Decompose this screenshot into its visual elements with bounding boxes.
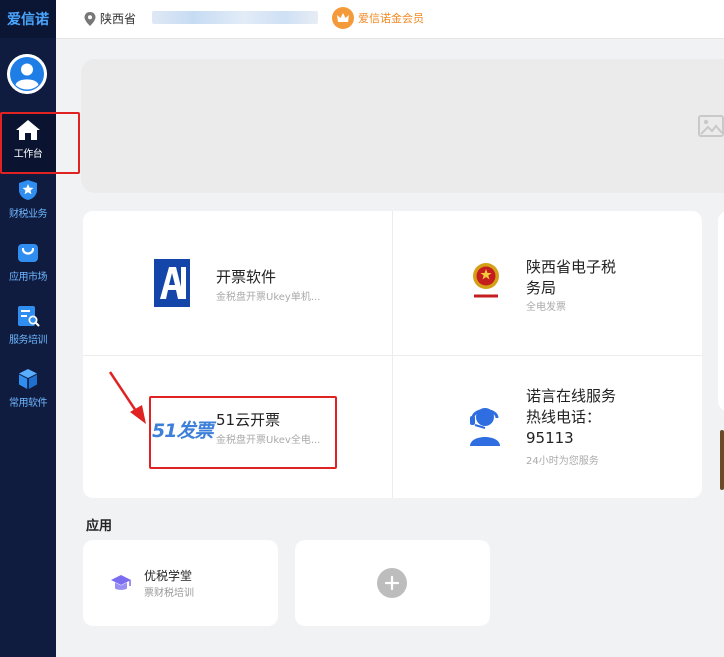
sidebar-item-label: 常用软件 xyxy=(9,398,48,409)
customer-service-icon xyxy=(470,408,500,446)
app-card-tax-school[interactable]: 优税学堂 票财税培训 xyxy=(83,540,278,626)
service-title: 陕西省电子税 务局 xyxy=(526,257,616,299)
brand-logo[interactable]: 爱信诺 xyxy=(0,0,56,38)
app-subtitle: 票财税培训 xyxy=(144,588,194,599)
location-selector[interactable]: 陕西省 xyxy=(84,10,136,27)
service-title-line: 陕西省电子税 xyxy=(526,258,617,276)
user-avatar-icon xyxy=(7,54,47,94)
service-title-line: 诺言在线服务 xyxy=(526,387,617,405)
aisino-logo-icon xyxy=(154,259,190,307)
tax-emblem-icon xyxy=(473,263,499,300)
annotation-arrow-icon xyxy=(108,371,146,424)
vip-membership[interactable]: 爱信诺金会员 xyxy=(332,7,424,29)
sidebar-item-label: 应用市场 xyxy=(9,272,48,283)
location-label: 陕西省 xyxy=(100,12,137,26)
image-placeholder-icon xyxy=(698,115,724,137)
top-bar: 陕西省 爱信诺金会员 xyxy=(56,0,724,39)
service-title-line: 热线电话： xyxy=(526,408,602,426)
sidebar-item-tax-business[interactable]: 财税业务 xyxy=(0,178,56,238)
cube-icon xyxy=(19,369,37,389)
service-online-support[interactable]: 诺言在线服务 热线电话： 95113 24小时为您服务 xyxy=(393,356,702,498)
sidebar-item-service-training[interactable]: 服务培训 xyxy=(0,304,56,364)
sidebar-item-label: 服务培训 xyxy=(9,335,48,346)
service-etax-bureau[interactable]: 陕西省电子税 务局 全电发票 xyxy=(393,211,702,355)
tax-icon xyxy=(19,180,37,200)
service-invoice-software[interactable]: 开票软件 金税盘开票Ukey单机... xyxy=(83,211,392,355)
training-icon xyxy=(18,306,40,327)
add-icon[interactable] xyxy=(377,568,407,598)
app-name: 优税学堂 xyxy=(144,569,193,583)
location-pin-icon xyxy=(84,11,96,26)
add-app-card[interactable] xyxy=(295,540,490,626)
banner[interactable] xyxy=(81,59,724,193)
service-subtitle: 全电发票 xyxy=(526,302,566,313)
bag-icon xyxy=(18,244,38,262)
side-card xyxy=(718,211,724,411)
service-subtitle: 24小时为您服务 xyxy=(526,456,599,467)
vip-label: 爱信诺金会员 xyxy=(358,12,424,25)
annotation-highlight-box xyxy=(0,112,80,174)
sidebar: 爱信诺 工作台 财税业务 应用市场 服务培训 常用软件 xyxy=(0,0,56,657)
graduation-cap-icon xyxy=(111,575,131,590)
service-title-line: 务局 xyxy=(526,279,557,297)
annotation-highlight-box xyxy=(149,396,337,469)
crown-icon xyxy=(332,7,354,29)
service-title: 诺言在线服务 热线电话： 95113 xyxy=(526,386,616,449)
sidebar-item-label: 财税业务 xyxy=(9,209,48,220)
hotline-number: 95113 xyxy=(526,429,574,447)
service-title: 开票软件 xyxy=(216,268,277,286)
apps-section-title: 应用 xyxy=(86,519,113,534)
side-image-strip xyxy=(720,430,724,490)
service-subtitle: 金税盘开票Ukey单机... xyxy=(216,292,321,303)
redacted-company-name xyxy=(152,11,318,24)
sidebar-item-common-software[interactable]: 常用软件 xyxy=(0,367,56,427)
sidebar-item-app-market[interactable]: 应用市场 xyxy=(0,241,56,301)
avatar[interactable] xyxy=(7,54,47,94)
